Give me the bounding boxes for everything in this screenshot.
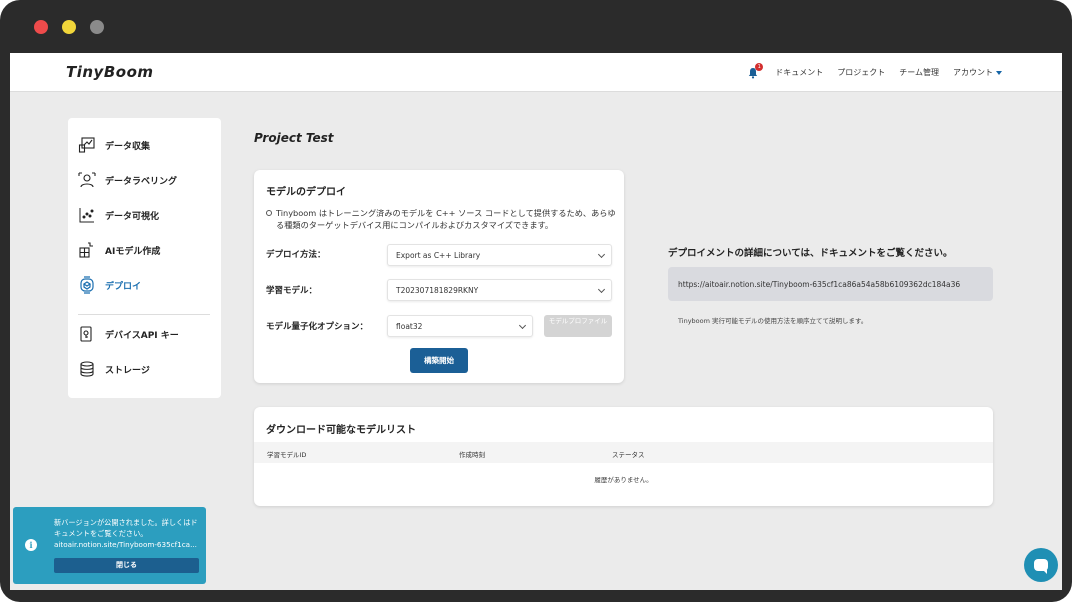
nav-team-link[interactable]: チーム管理: [899, 67, 939, 78]
app-screen: TinyBoom 1 ドキュメント プロジェクト チーム管理 アカウント データ…: [10, 53, 1062, 590]
model-profile-button[interactable]: モデルプロファイル: [544, 315, 612, 337]
sidebar-divider: [78, 314, 210, 315]
notification-bell-icon[interactable]: 1: [747, 62, 764, 79]
storage-icon: [78, 360, 96, 378]
build-start-button[interactable]: 構築開始: [410, 348, 468, 373]
quantization-value: float32: [396, 321, 423, 331]
sidebar-item-label: AIモデル作成: [105, 246, 161, 257]
nav-account-label: アカウント: [953, 68, 993, 77]
sidebar-item-ai-model[interactable]: AIモデル作成: [78, 239, 160, 261]
column-header-created-at: 作成時刻: [459, 451, 485, 459]
deploy-icon: [78, 276, 96, 294]
deploy-description: Tinyboom はトレーニング済みのモデルを C++ ソース コードとして提供…: [266, 207, 616, 231]
deploy-method-label: デプロイ方法：: [266, 250, 326, 260]
sidebar-item-data-visualization[interactable]: データ可視化: [78, 204, 159, 226]
model-list-empty-text: 履歴がありません。: [594, 476, 653, 484]
sidebar-item-deploy[interactable]: デプロイ: [78, 274, 141, 296]
sidebar-item-device-api-key[interactable]: デバイスAPI キー: [78, 323, 179, 345]
quantization-select[interactable]: float32: [387, 315, 533, 337]
app-window: TinyBoom 1 ドキュメント プロジェクト チーム管理 アカウント データ…: [0, 0, 1072, 602]
sidebar-item-label: デプロイ: [105, 281, 142, 292]
docs-url-box[interactable]: https://aitoair.notion.site/Tinyboom-635…: [668, 267, 993, 301]
page-title: Project Test: [254, 131, 334, 145]
model-select[interactable]: T202307181829RKNY: [387, 279, 612, 301]
toast-message-block: 新バージョンが公開されました。詳しくはドキュメントをご覧ください。 aitoai…: [54, 517, 202, 550]
sidebar-item-label: データ収集: [105, 141, 151, 152]
data-collection-icon: [78, 136, 96, 154]
model-list-title: ダウンロード可能なモデルリスト: [266, 425, 416, 436]
logo[interactable]: TinyBoom: [66, 63, 154, 81]
sidebar-item-label: ストレージ: [105, 365, 150, 376]
window-close-button[interactable]: [34, 20, 48, 34]
sidebar: データ収集 データラベリング データ可視化 AIモデル作成 デプロイ デバイスA…: [68, 118, 221, 398]
sidebar-item-data-labeling[interactable]: データラベリング: [78, 169, 177, 191]
update-notification-toast: i 新バージョンが公開されました。詳しくはドキュメントをご覧ください。 aito…: [13, 507, 206, 584]
model-label: 学習モデル：: [266, 286, 318, 296]
chevron-down-icon: [597, 285, 606, 294]
nav-docs-link[interactable]: ドキュメント: [775, 67, 823, 78]
column-header-model-id: 学習モデルID: [267, 451, 307, 459]
quantization-label: モデル量子化オプション：: [266, 322, 369, 332]
info-icon: i: [25, 539, 37, 551]
data-labeling-icon: [78, 171, 96, 189]
chat-bubble-icon: [1034, 559, 1048, 574]
deploy-card-title: モデルのデプロイ: [266, 187, 346, 198]
model-list-card: ダウンロード可能なモデルリスト 学習モデルID 作成時刻 ステータス 履歴があり…: [254, 407, 993, 506]
deploy-info-note: Tinyboom 実行可能モデルの使用方法を順序立てて説明します。: [678, 317, 868, 325]
model-value: T202307181829RKNY: [396, 285, 479, 295]
deploy-method-select[interactable]: Export as C++ Library: [387, 244, 612, 266]
chevron-down-icon: [597, 250, 606, 259]
docs-url-link[interactable]: https://aitoair.notion.site/Tinyboom-635…: [678, 280, 960, 289]
header-nav: 1 ドキュメント プロジェクト チーム管理 アカウント: [747, 53, 1002, 92]
chevron-down-icon: [518, 321, 527, 330]
toast-message: 新バージョンが公開されました。詳しくはドキュメントをご覧ください。: [54, 518, 198, 538]
chat-support-button[interactable]: [1024, 548, 1058, 582]
toast-close-button[interactable]: 閉じる: [54, 558, 199, 573]
column-header-status: ステータス: [612, 451, 645, 459]
model-list-table-header: 学習モデルID 作成時刻 ステータス: [254, 442, 993, 463]
sidebar-item-storage[interactable]: ストレージ: [78, 358, 150, 380]
device-api-key-icon: [78, 325, 96, 343]
nav-projects-link[interactable]: プロジェクト: [837, 67, 885, 78]
toast-link[interactable]: aitoair.notion.site/Tinyboom-635cf1ca...: [54, 539, 202, 550]
sidebar-item-label: データラベリング: [105, 176, 178, 187]
sidebar-item-label: デバイスAPI キー: [105, 330, 179, 341]
sidebar-item-label: データ可視化: [105, 211, 160, 222]
top-navigation-bar: TinyBoom 1 ドキュメント プロジェクト チーム管理 アカウント: [10, 53, 1062, 92]
sidebar-item-data-collection[interactable]: データ収集: [78, 134, 150, 156]
nav-account-menu[interactable]: アカウント: [953, 67, 1002, 78]
window-minimize-button[interactable]: [62, 20, 76, 34]
data-visualization-icon: [78, 206, 96, 224]
deploy-method-value: Export as C++ Library: [396, 250, 481, 260]
notification-count-badge: 1: [755, 62, 764, 71]
window-zoom-button[interactable]: [90, 20, 104, 34]
ai-model-icon: [78, 241, 96, 259]
chevron-down-icon: [996, 70, 1002, 75]
deploy-card: モデルのデプロイ Tinyboom はトレーニング済みのモデルを C++ ソース…: [254, 170, 624, 383]
deploy-info-title: デプロイメントの詳細については、ドキュメントをご覧ください。: [668, 248, 953, 259]
